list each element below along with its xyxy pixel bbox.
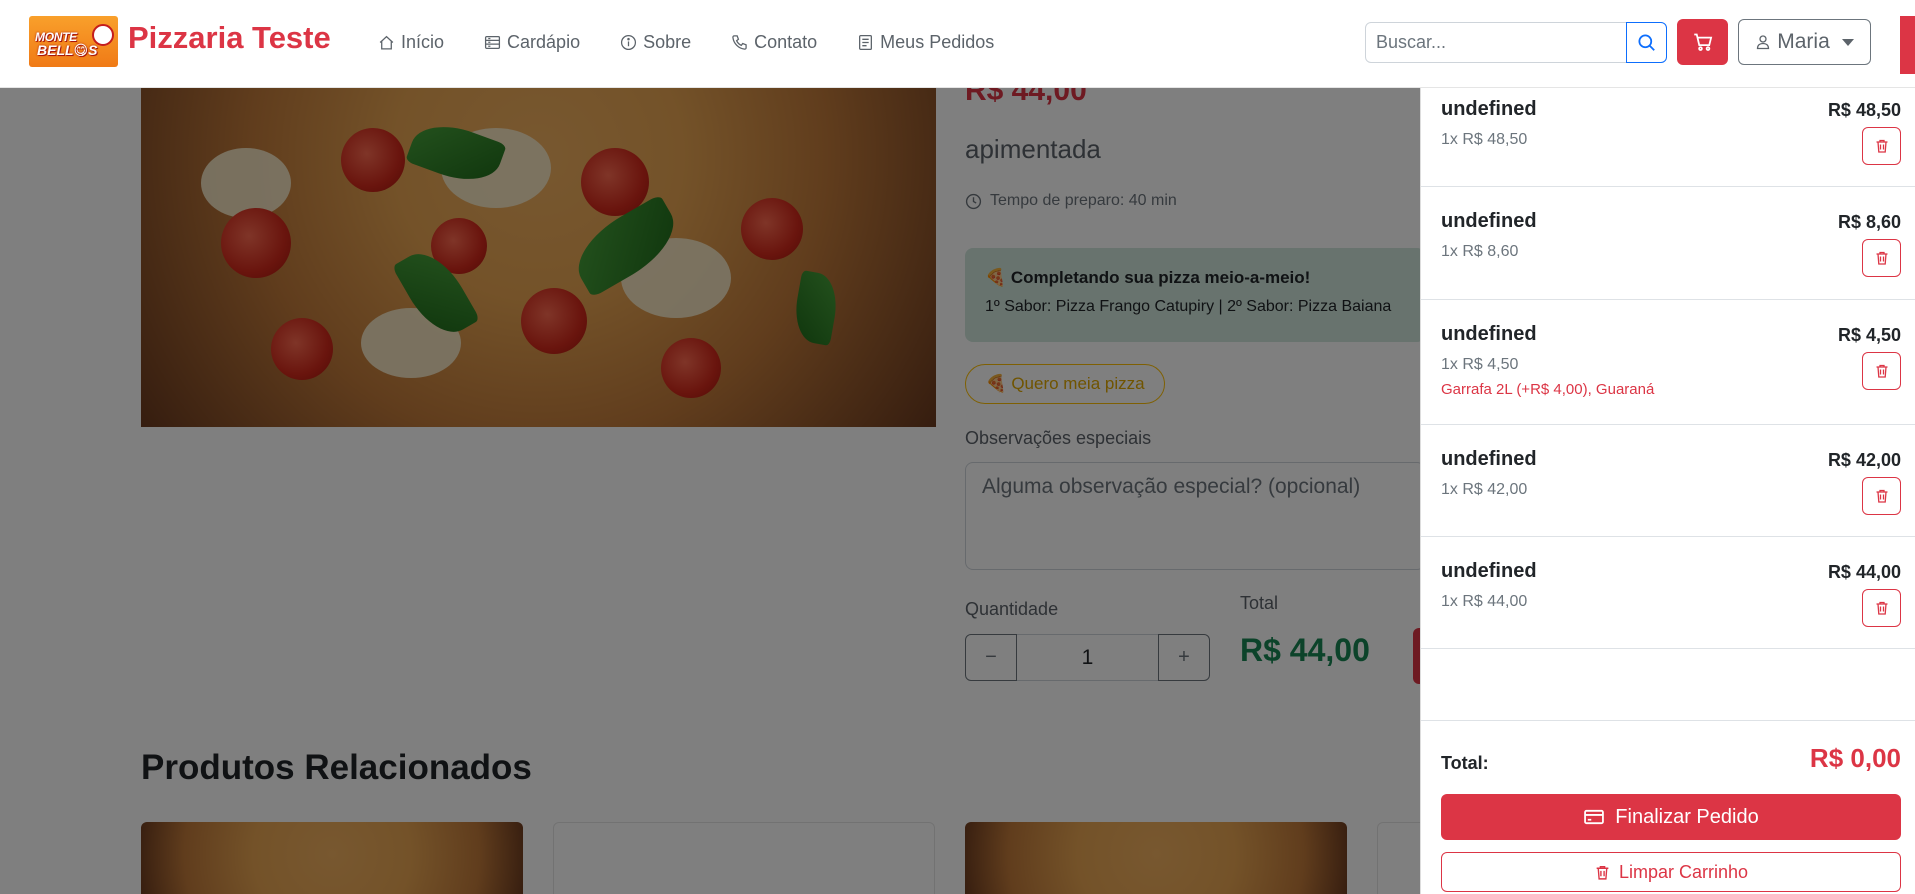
trash-icon — [1876, 139, 1887, 153]
trash-icon — [1876, 489, 1887, 503]
cart-item-price: R$ 48,50 — [1827, 100, 1901, 120]
cart-item-name: undefined — [1441, 98, 1537, 120]
cart-item-price: R$ 8,60 — [1837, 212, 1901, 232]
remove-item-button[interactable] — [1862, 589, 1901, 627]
nav-inicio[interactable]: Início — [378, 32, 444, 53]
cart-item-qty: 1x R$ 8,60 — [1441, 243, 1519, 260]
checkout-label: Finalizar Pedido — [1615, 805, 1759, 828]
cart-item: undefined 1x R$ 42,00 R$ 42,00 — [1421, 425, 1915, 537]
trash-icon — [1876, 601, 1887, 615]
cart-panel: undefined 1x R$ 48,50 R$ 48,50 undefined… — [1420, 88, 1915, 894]
offcanvas-backdrop[interactable] — [0, 88, 1420, 894]
nav-sobre[interactable]: Sobre — [620, 32, 691, 53]
trash-icon — [1596, 865, 1609, 880]
user-name: Maria — [1777, 30, 1830, 53]
cart-item-extras: Garrafa 2L (+R$ 4,00), Guaraná — [1441, 381, 1655, 398]
cart-item-qty: 1x R$ 42,00 — [1441, 481, 1528, 498]
nav-meus-pedidos-label: Meus Pedidos — [880, 31, 995, 52]
cart-item-price: R$ 4,50 — [1837, 325, 1901, 345]
nav-inicio-label: Início — [401, 31, 445, 52]
nav-contato[interactable]: Contato — [731, 32, 817, 53]
remove-item-button[interactable] — [1862, 352, 1901, 390]
nav-meus-pedidos[interactable]: Meus Pedidos — [857, 32, 994, 53]
search-input[interactable]: Buscar... — [1365, 22, 1627, 63]
cart-button[interactable] — [1677, 19, 1728, 65]
trash-icon — [1876, 251, 1887, 265]
search-icon — [1638, 34, 1655, 51]
cart-item-price: R$ 44,00 — [1827, 562, 1901, 582]
logo-text-bottom: BELL😋S — [37, 42, 98, 58]
brand-logo[interactable]: MONTE BELL😋S — [29, 16, 118, 67]
cart-item-qty: 1x R$ 48,50 — [1441, 131, 1528, 148]
menu-card-icon — [484, 35, 501, 49]
checkout-button[interactable]: Finalizar Pedido — [1441, 794, 1901, 840]
cart-item-name: undefined — [1441, 448, 1537, 470]
cart-item-qty: 1x R$ 44,00 — [1441, 593, 1528, 610]
cart-item-name: undefined — [1441, 560, 1537, 582]
navbar: MONTE BELL😋S Pizzaria Teste Início Cardá… — [0, 0, 1915, 88]
cart-item-price: R$ 42,00 — [1827, 450, 1901, 470]
clear-cart-label: Limpar Carrinho — [1618, 861, 1749, 882]
credit-card-icon — [1584, 809, 1605, 825]
trash-icon — [1876, 364, 1887, 378]
receipt-icon — [859, 34, 873, 50]
cart-footer: Total: R$ 0,00 Finalizar Pedido Limpar C… — [1421, 720, 1915, 894]
cart-item: undefined 1x R$ 4,50 Garrafa 2L (+R$ 4,0… — [1421, 300, 1915, 425]
nav-cardapio[interactable]: Cardápio — [484, 32, 580, 53]
remove-item-button[interactable] — [1862, 477, 1901, 515]
nav-cardapio-label: Cardápio — [507, 31, 581, 52]
cart-icon — [1693, 33, 1712, 51]
nav-sobre-label: Sobre — [643, 31, 692, 52]
cart-item: undefined 1x R$ 44,00 R$ 44,00 — [1421, 537, 1915, 649]
cart-total-label: Total: — [1441, 753, 1489, 773]
scrollbar-accent — [1900, 16, 1915, 74]
cart-item-name: undefined — [1441, 323, 1537, 345]
cart-item-qty: 1x R$ 4,50 — [1441, 356, 1519, 373]
cart-total-value: R$ 0,00 — [1809, 743, 1901, 773]
clear-cart-button[interactable]: Limpar Carrinho — [1441, 852, 1901, 892]
person-icon — [1757, 35, 1770, 50]
cart-item: undefined 1x R$ 8,60 R$ 8,60 — [1421, 187, 1915, 300]
house-icon — [379, 35, 394, 50]
cart-item: undefined 1x R$ 48,50 R$ 48,50 — [1421, 88, 1915, 187]
chevron-down-icon — [1841, 38, 1854, 46]
search-button[interactable] — [1626, 22, 1667, 63]
remove-item-button[interactable] — [1862, 239, 1901, 277]
info-icon — [621, 34, 637, 50]
nav-links: Início Cardápio Sobre Contato Meus Pedid… — [378, 0, 1034, 84]
remove-item-button[interactable] — [1862, 127, 1901, 165]
brand-name[interactable]: Pizzaria Teste — [128, 20, 331, 56]
cart-item-name: undefined — [1441, 210, 1537, 232]
user-dropdown[interactable]: Maria — [1738, 19, 1871, 65]
nav-contato-label: Contato — [754, 31, 818, 52]
phone-icon — [732, 34, 747, 50]
